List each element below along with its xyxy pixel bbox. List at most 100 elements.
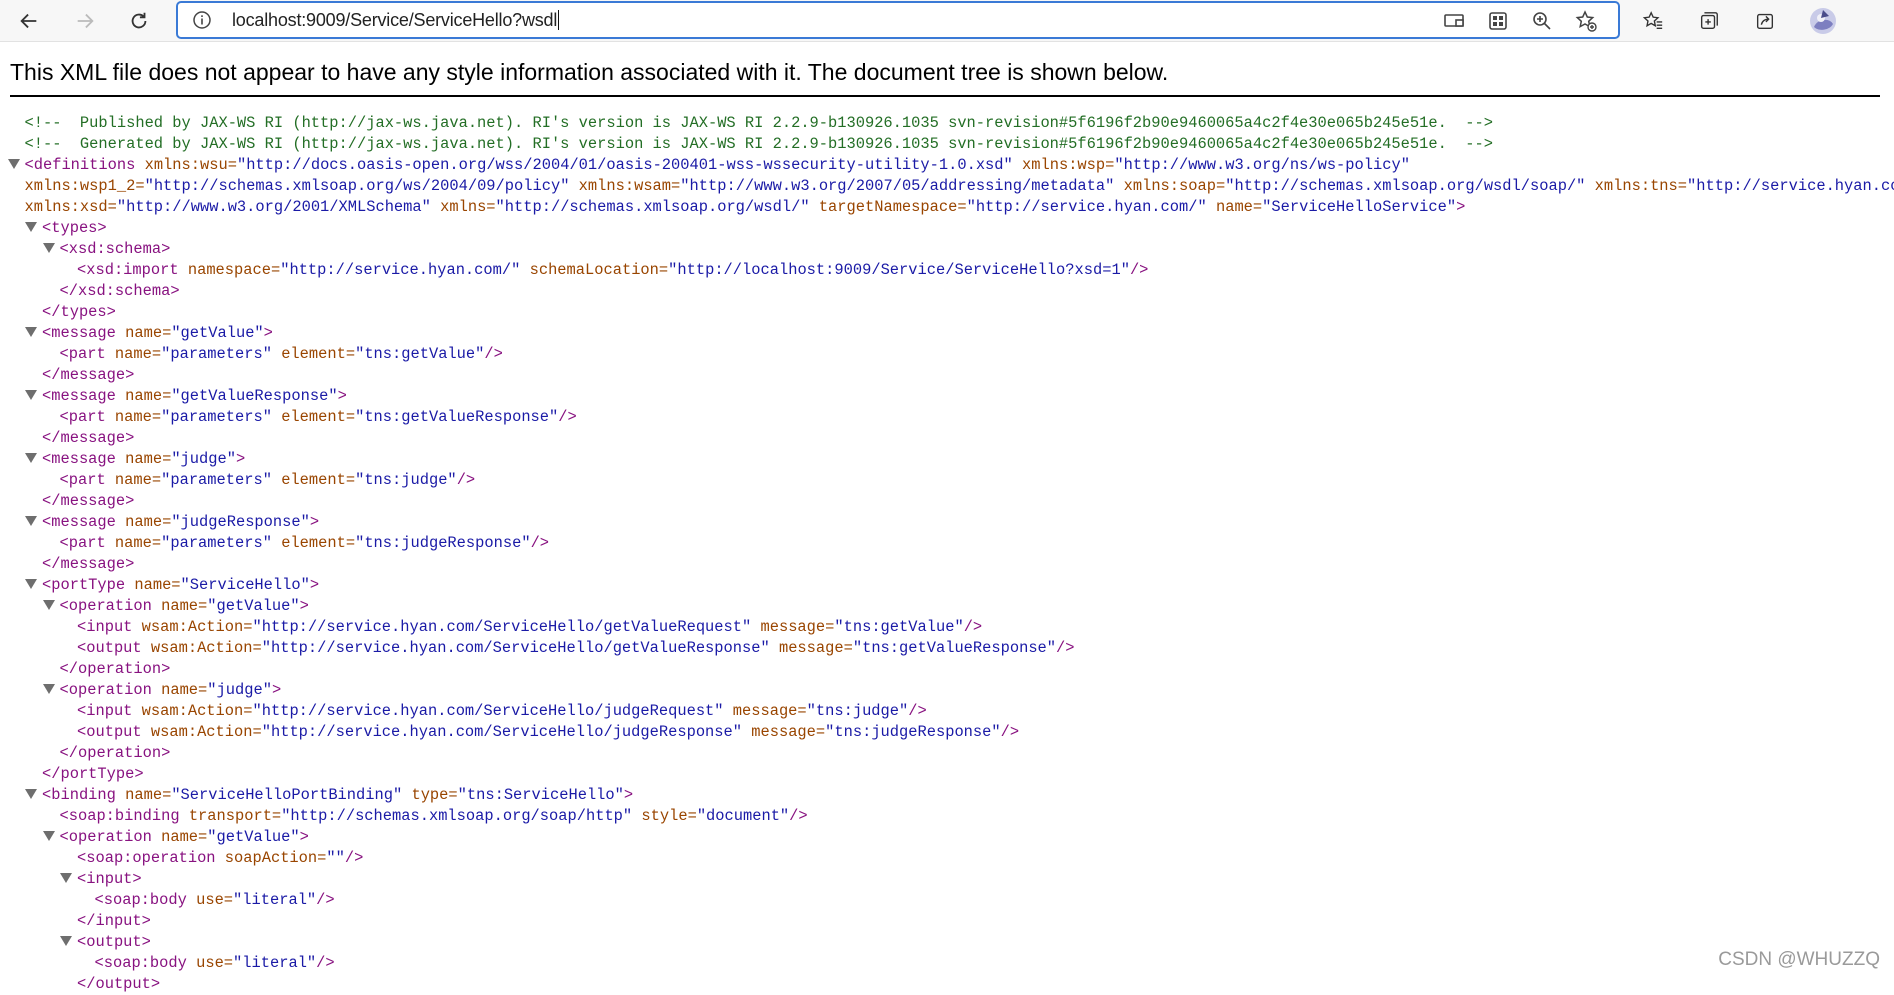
collapse-toggle-icon[interactable] — [25, 390, 37, 400]
xml-tag: <binding — [42, 786, 116, 804]
xml-attribute-value: "literal" — [233, 891, 316, 909]
xml-line: </operation> — [0, 743, 1894, 764]
xml-tag: /> — [558, 408, 576, 426]
xml-line: <soap:binding transport="http://schemas.… — [0, 806, 1894, 827]
xml-line-content: <soap:operation soapAction=""/> — [77, 848, 363, 869]
zoom-in-icon[interactable] — [1530, 9, 1554, 33]
xml-attribute-name: name= — [116, 324, 171, 342]
address-bar[interactable]: localhost:9009/Service/ServiceHello?wsdl — [176, 1, 1620, 39]
xml-line-content: <message name="getValueResponse"> — [42, 386, 347, 407]
xml-attribute-name: xmlns:wsp1_2= — [25, 177, 145, 195]
xml-attribute-name: xmlns:soap= — [1114, 177, 1225, 195]
collapse-toggle-icon[interactable] — [25, 327, 37, 337]
xml-line-content: </portType> — [42, 764, 144, 785]
xml-attribute-name: name= — [106, 471, 161, 489]
xml-line: <input> — [0, 869, 1894, 890]
collapse-toggle-icon[interactable] — [25, 579, 37, 589]
xml-line: <part name="parameters" element="tns:jud… — [0, 533, 1894, 554]
collapse-toggle-icon[interactable] — [43, 243, 55, 253]
xml-attribute-value: "http://service.hyan.com/" — [967, 198, 1207, 216]
xml-attribute-name: xmlns:wsam= — [569, 177, 680, 195]
collapse-toggle-icon[interactable] — [25, 222, 37, 232]
xml-tag: </operation> — [60, 744, 171, 762]
xml-tag: <portType — [42, 576, 125, 594]
xml-attribute-name: use= — [187, 954, 233, 972]
xml-line-content: <output> — [77, 932, 151, 953]
xml-attribute-name: element= — [272, 471, 355, 489]
xml-attribute-value: "tns:judgeResponse" — [355, 534, 530, 552]
xml-attribute-name: name= — [116, 387, 171, 405]
favorites-button[interactable] — [1636, 4, 1670, 38]
xml-attribute-value: "getValue" — [207, 828, 299, 846]
xml-line-content: xmlns:wsp1_2="http://schemas.xmlsoap.org… — [25, 176, 1894, 197]
collapse-toggle-icon[interactable] — [8, 159, 20, 169]
xml-attribute-name: xmlns:tns= — [1585, 177, 1687, 195]
browser-toolbar: localhost:9009/Service/ServiceHello?wsdl — [0, 0, 1894, 42]
star-plus-icon[interactable] — [1574, 9, 1598, 33]
url-text[interactable]: localhost:9009/Service/ServiceHello?wsdl — [232, 10, 559, 30]
xml-line: </message> — [0, 491, 1894, 512]
xml-tag: <operation — [60, 681, 152, 699]
xml-attribute-value: "ServiceHelloService" — [1262, 198, 1456, 216]
xml-line: xmlns:xsd="http://www.w3.org/2001/XMLSch… — [0, 197, 1894, 218]
xml-line-content: <operation name="judge"> — [60, 680, 282, 701]
xml-attribute-name: transport= — [180, 807, 282, 825]
xml-tag: <types> — [42, 219, 107, 237]
xml-tag: > — [300, 828, 309, 846]
xml-line-content: <definitions xmlns:wsu="http://docs.oasi… — [25, 155, 1410, 176]
favorites-icon — [1642, 10, 1664, 32]
xml-tag: > — [1456, 198, 1465, 216]
collapse-toggle-icon[interactable] — [25, 516, 37, 526]
xml-line: <output wsam:Action="http://service.hyan… — [0, 722, 1894, 743]
xml-line: </types> — [0, 302, 1894, 323]
collapse-toggle-icon[interactable] — [25, 789, 37, 799]
xml-attribute-name: style= — [632, 807, 697, 825]
xml-tag: <input> — [77, 870, 142, 888]
collapse-toggle-icon[interactable] — [60, 873, 72, 883]
collections-button[interactable] — [1692, 4, 1726, 38]
collapse-toggle-icon[interactable] — [25, 453, 37, 463]
xml-line: <output> — [0, 932, 1894, 953]
share-button[interactable] — [1748, 4, 1782, 38]
xml-attribute-value: "document" — [697, 807, 789, 825]
xml-attribute-name: name= — [1207, 198, 1262, 216]
xml-line: </message> — [0, 365, 1894, 386]
xml-attribute-value: "http://service.hyan.com/ServiceHello/ge… — [262, 639, 770, 657]
arrow-right-icon — [74, 10, 96, 32]
forward-button[interactable] — [68, 4, 102, 38]
xml-line-content: </message> — [42, 428, 134, 449]
info-icon[interactable] — [192, 10, 212, 30]
xml-attribute-name: name= — [106, 345, 161, 363]
xml-tag: <part — [60, 345, 106, 363]
back-button[interactable] — [12, 4, 46, 38]
profile-button[interactable] — [1806, 4, 1840, 38]
collapse-toggle-icon[interactable] — [43, 684, 55, 694]
collapse-toggle-icon[interactable] — [60, 936, 72, 946]
xml-attribute-value: "http://www.w3.org/2001/XMLSchema" — [117, 198, 431, 216]
reload-button[interactable] — [122, 4, 156, 38]
xml-attribute-value: "parameters" — [161, 534, 272, 552]
xml-line: <part name="parameters" element="tns:jud… — [0, 470, 1894, 491]
xml-line: <operation name="getValue"> — [0, 827, 1894, 848]
xml-tag: > — [300, 597, 309, 615]
xml-line: <!-- Generated by JAX-WS RI (http://jax-… — [0, 134, 1894, 155]
collections-icon — [1698, 10, 1720, 32]
xml-attribute-value: "ServiceHelloPortBinding" — [171, 786, 402, 804]
xml-line: </input> — [0, 911, 1894, 932]
xml-attribute-name: use= — [187, 891, 233, 909]
xml-attribute-value: "getValue" — [171, 324, 263, 342]
cast-icon[interactable] — [1442, 9, 1466, 33]
xml-tag: /> — [457, 471, 475, 489]
xml-attribute-value: "parameters" — [161, 408, 272, 426]
collapse-toggle-icon[interactable] — [43, 831, 55, 841]
apps-grid-icon[interactable] — [1486, 9, 1510, 33]
collapse-toggle-icon[interactable] — [43, 600, 55, 610]
xml-line: </xsd:schema> — [0, 281, 1894, 302]
xml-line-content: </operation> — [60, 659, 171, 680]
xml-tag: /> — [316, 954, 334, 972]
xml-attribute-name: soapAction= — [216, 849, 327, 867]
xml-attribute-name: type= — [402, 786, 457, 804]
profile-avatar — [1809, 7, 1837, 35]
arrow-left-icon — [18, 10, 40, 32]
xml-tag: <operation — [60, 597, 152, 615]
